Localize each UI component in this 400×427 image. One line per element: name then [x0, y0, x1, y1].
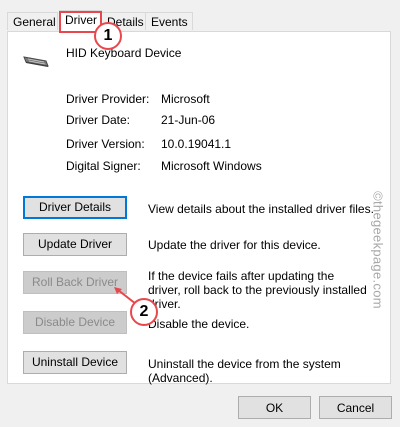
digital-signer-label: Digital Signer:	[66, 159, 141, 173]
driver-details-description: View details about the installed driver …	[148, 202, 374, 216]
disable-device-button[interactable]: Disable Device	[23, 311, 127, 334]
roll-back-driver-description: If the device fails after updating the d…	[148, 269, 367, 311]
ok-button[interactable]: OK	[238, 396, 311, 419]
update-driver-button[interactable]: Update Driver	[23, 233, 127, 256]
watermark-text: ©thegeekpage.com	[370, 191, 386, 309]
tab-events[interactable]: Events	[145, 12, 193, 30]
driver-provider-value: Microsoft	[161, 92, 210, 106]
driver-version-label: Driver Version:	[66, 137, 145, 151]
driver-details-button[interactable]: Driver Details	[23, 196, 127, 219]
step-2-badge: 2	[130, 298, 158, 326]
driver-date-value: 21-Jun-06	[161, 113, 216, 127]
disable-device-description: Disable the device.	[148, 317, 250, 331]
digital-signer-value: Microsoft Windows	[161, 159, 262, 173]
tab-general[interactable]: General	[7, 12, 58, 30]
driver-date-label: Driver Date:	[66, 113, 131, 127]
driver-provider-label: Driver Provider:	[66, 92, 150, 106]
uninstall-device-button[interactable]: Uninstall Device	[23, 351, 127, 374]
uninstall-device-description: Uninstall the device from the system (Ad…	[148, 357, 341, 385]
keyboard-icon	[23, 56, 49, 67]
update-driver-description: Update the driver for this device.	[148, 238, 321, 252]
step-1-badge: 1	[94, 22, 122, 50]
driver-version-value: 10.0.19041.1	[161, 137, 232, 151]
device-name: HID Keyboard Device	[66, 46, 182, 60]
cancel-button[interactable]: Cancel	[319, 396, 392, 419]
